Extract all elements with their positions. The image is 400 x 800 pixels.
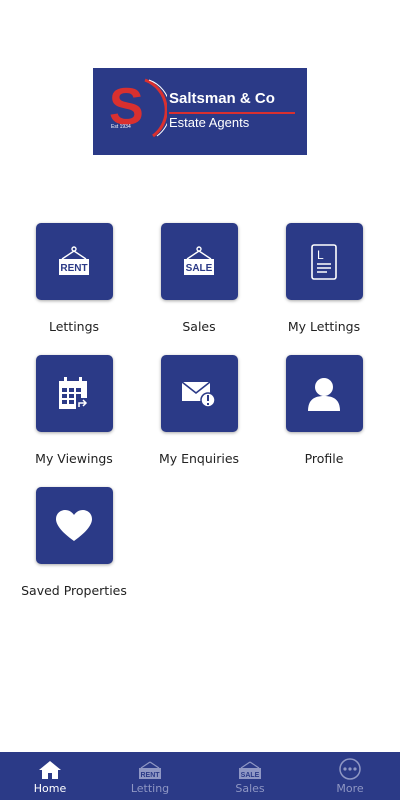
tile-my-viewings-label: My Viewings [35,451,113,466]
nav-home[interactable]: Home [0,752,100,800]
home-icon [39,761,61,779]
logo-rule [169,112,295,114]
svg-text:RENT: RENT [60,263,87,274]
company-logo: S Est 1934 Saltsman & Co Estate Agents [93,68,307,155]
heart-icon [56,509,92,541]
tile-saved-properties-label: Saved Properties [21,583,127,598]
tile-sales-box[interactable]: SALE [160,223,238,300]
tile-my-viewings-box[interactable] [35,355,113,432]
tile-profile-box[interactable] [285,355,363,432]
tile-lettings-label: Lettings [48,319,100,334]
tile-my-lettings[interactable]: L My Lettings [269,223,379,334]
sale-sign-icon: SALE [239,761,261,779]
rent-sign-icon: RENT [59,245,89,275]
nav-sales-label: Sales [235,782,265,795]
logo-tagline: Estate Agents [169,115,250,130]
nav-more[interactable]: More [300,752,400,800]
nav-sales[interactable]: SALE Sales [200,752,300,800]
svg-text:L: L [317,248,324,262]
tile-lettings[interactable]: RENT Lettings [19,223,129,334]
calendar-icon [59,376,89,409]
nav-letting-label: Letting [130,782,170,795]
logo-established: Est 1934 [111,124,131,130]
bottom-navigation: Home RENT Letting SALE Sales More [0,752,400,800]
svg-text:SALE: SALE [186,263,213,274]
tile-my-lettings-box[interactable]: L [285,223,363,300]
tile-my-lettings-label: My Lettings [287,319,361,334]
more-icon [339,758,361,780]
tile-profile-label: Profile [304,451,344,466]
sale-sign-icon: SALE [184,245,214,275]
tile-saved-properties[interactable]: Saved Properties [19,487,129,598]
svg-text:SALE: SALE [241,772,260,779]
tile-saved-properties-box[interactable] [35,487,113,564]
nav-more-label: More [336,782,364,795]
tile-my-enquiries[interactable]: My Enquiries [144,355,254,466]
envelope-alert-icon [181,380,216,408]
rent-sign-icon: RENT [139,761,161,779]
tile-my-viewings[interactable]: My Viewings [19,355,129,466]
tile-profile[interactable]: Profile [269,355,379,466]
logo-company-name: Saltsman & Co [169,90,275,107]
tile-my-enquiries-box[interactable] [160,355,238,432]
logo-mark: S [109,78,167,138]
tile-my-enquiries-label: My Enquiries [158,451,240,466]
document-icon: L [311,243,337,280]
user-icon [308,377,340,411]
tile-lettings-box[interactable]: RENT [35,223,113,300]
tile-sales[interactable]: SALE Sales [144,223,254,334]
nav-home-label: Home [33,782,67,795]
tile-sales-label: Sales [182,319,216,334]
nav-letting[interactable]: RENT Letting [100,752,200,800]
svg-text:RENT: RENT [140,772,160,779]
